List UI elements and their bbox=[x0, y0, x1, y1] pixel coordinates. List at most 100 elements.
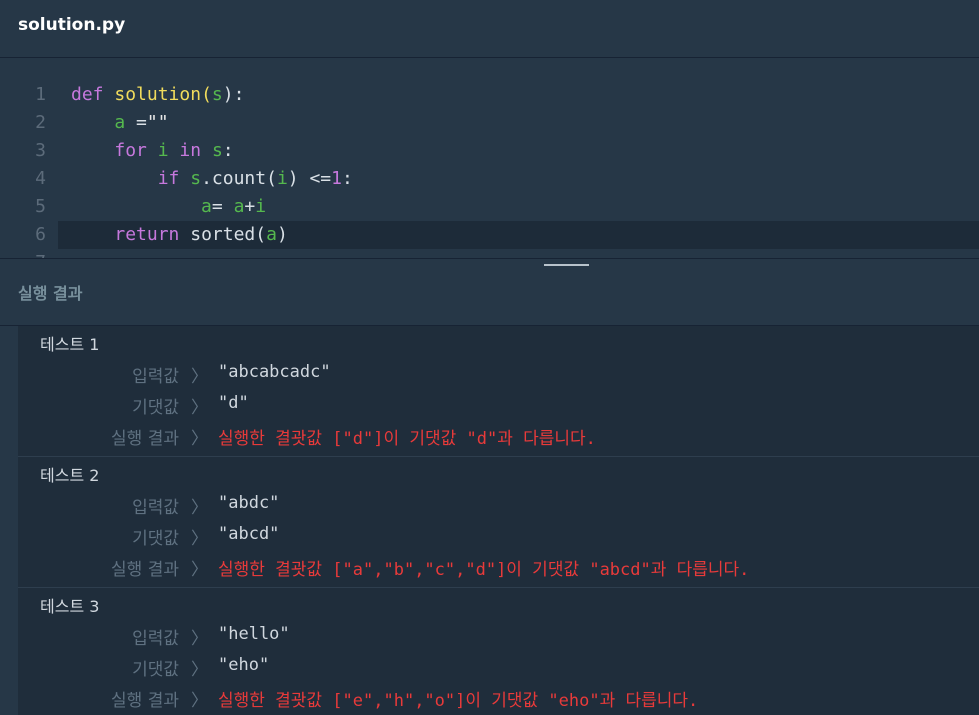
file-tab-solution[interactable]: solution.py bbox=[18, 15, 125, 35]
test-row-expected: 기댓값 〉 "d" bbox=[18, 393, 979, 421]
test-row-result: 실행 결과 〉 실행한 결괏값 ["e","h","o"]이 기댓값 "eho"과 … bbox=[18, 686, 979, 714]
chevron-right-icon: 〉 bbox=[191, 629, 208, 649]
code-editor[interactable]: 1 def solution(s): 2 a ="" 3 for i in s: 4 i… bbox=[0, 59, 979, 259]
test-title: 테스트 2 bbox=[40, 466, 100, 485]
code-token: return bbox=[114, 224, 180, 245]
row-value: "hello" bbox=[218, 624, 290, 644]
row-value: "abcabcadc" bbox=[218, 362, 331, 382]
code-line[interactable]: 3 for i in s: bbox=[0, 137, 979, 165]
test-row-input: 입력값 〉 "abcabcadc" bbox=[18, 362, 979, 390]
row-value: "eho" bbox=[218, 655, 270, 675]
code-token: solution bbox=[114, 84, 202, 105]
row-label: 입력값 bbox=[132, 498, 179, 518]
code-line[interactable]: 4 if s.count(i) <=1: bbox=[0, 165, 979, 193]
code-text: a ="" bbox=[71, 109, 169, 137]
code-token: a bbox=[114, 112, 126, 133]
test-row-input: 입력값 〉 "hello" bbox=[18, 624, 979, 652]
code-token: : bbox=[222, 140, 234, 161]
results-list: 테스트 1 입력값 〉 "abcabcadc" 기댓값 〉 "d" 실행 결과 〉 실행한 결괏값… bbox=[0, 326, 979, 715]
code-token: a bbox=[266, 224, 277, 245]
test-case: 테스트 2 입력값 〉 "abdc" 기댓값 〉 "abcd" 실행 결과 〉 실행한 결괏값 [… bbox=[18, 457, 979, 588]
code-token: + bbox=[244, 196, 256, 217]
chevron-right-icon: 〉 bbox=[191, 429, 208, 449]
file-tab-bar: solution.py bbox=[0, 0, 979, 58]
row-value: "abdc" bbox=[218, 493, 280, 513]
line-number: 5 bbox=[35, 196, 46, 217]
code-token: "" bbox=[146, 112, 169, 133]
line-number: 3 bbox=[35, 140, 46, 161]
code-token: in bbox=[179, 140, 202, 161]
line-number: 1 bbox=[35, 84, 46, 105]
code-text: a= a+i bbox=[71, 193, 266, 221]
code-token: a bbox=[201, 196, 212, 217]
code-token: a bbox=[233, 196, 245, 217]
code-token: i bbox=[276, 168, 288, 189]
code-line[interactable]: 2 a ="" bbox=[0, 109, 979, 137]
test-row-result: 실행 결과 〉 실행한 결괏값 ["d"]이 기댓값 "d"과 다릅니다. bbox=[18, 424, 979, 452]
code-token: .count( bbox=[201, 168, 277, 189]
code-token: ) <= bbox=[287, 168, 332, 189]
code-token: i bbox=[255, 196, 267, 217]
code-token: s bbox=[190, 168, 202, 189]
code-token: s bbox=[211, 84, 223, 105]
row-label: 실행 결과 bbox=[111, 691, 179, 711]
code-text: for i in s: bbox=[71, 137, 234, 165]
code-token: ( bbox=[201, 84, 212, 105]
row-label: 실행 결과 bbox=[111, 560, 179, 580]
row-label: 입력값 bbox=[132, 629, 179, 649]
code-token: = bbox=[125, 112, 147, 133]
row-label: 입력값 bbox=[132, 367, 179, 387]
test-title: 테스트 1 bbox=[40, 335, 100, 354]
row-value: "d" bbox=[218, 393, 249, 413]
row-label: 기댓값 bbox=[132, 529, 179, 549]
code-text: def solution(s): bbox=[71, 81, 244, 109]
code-token: 1 bbox=[331, 168, 342, 189]
code-line[interactable]: 1 def solution(s): bbox=[0, 81, 979, 109]
code-text: if s.count(i) <=1: bbox=[71, 165, 353, 193]
code-token: s bbox=[211, 140, 223, 161]
chevron-right-icon: 〉 bbox=[191, 367, 208, 387]
results-side-bar bbox=[0, 326, 18, 715]
test-row-expected: 기댓값 〉 "eho" bbox=[18, 655, 979, 683]
row-value: "abcd" bbox=[218, 524, 280, 544]
code-line[interactable]: 6 return sorted(a) bbox=[0, 221, 979, 249]
chevron-right-icon: 〉 bbox=[191, 691, 208, 711]
chevron-right-icon: 〉 bbox=[191, 398, 208, 418]
code-token: ): bbox=[222, 84, 245, 105]
row-label: 실행 결과 bbox=[111, 429, 179, 449]
test-case: 테스트 3 입력값 〉 "hello" 기댓값 〉 "eho" 실행 결과 〉 실행한 결괏값 [… bbox=[18, 588, 979, 715]
chevron-right-icon: 〉 bbox=[191, 498, 208, 518]
line-number: 4 bbox=[35, 168, 46, 189]
row-label: 기댓값 bbox=[132, 398, 179, 418]
test-title: 테스트 3 bbox=[40, 597, 100, 616]
results-header: 실행 결과 bbox=[0, 266, 979, 326]
test-case: 테스트 1 입력값 〉 "abcabcadc" 기댓값 〉 "d" 실행 결과 〉 실행한 결괏값… bbox=[18, 326, 979, 457]
chevron-right-icon: 〉 bbox=[191, 560, 208, 580]
code-text: return sorted(a) bbox=[71, 221, 287, 249]
code-token: if bbox=[157, 168, 180, 189]
results-title: 실행 결과 bbox=[18, 284, 83, 303]
code-token: for bbox=[114, 140, 147, 161]
test-row-result: 실행 결과 〉 실행한 결괏값 ["a","b","c","d"]이 기댓값 "ab… bbox=[18, 555, 979, 583]
chevron-right-icon: 〉 bbox=[191, 529, 208, 549]
chevron-right-icon: 〉 bbox=[191, 660, 208, 680]
line-number: 6 bbox=[35, 224, 46, 245]
code-token: def bbox=[71, 84, 104, 105]
code-line[interactable]: 5 a= a+i bbox=[0, 193, 979, 221]
row-value: 실행한 결괏값 ["a","b","c","d"]이 기댓값 "abcd"과 다… bbox=[218, 560, 750, 580]
test-row-expected: 기댓값 〉 "abcd" bbox=[18, 524, 979, 552]
test-row-input: 입력값 〉 "abdc" bbox=[18, 493, 979, 521]
code-token: = bbox=[211, 196, 234, 217]
code-token: sorted( bbox=[179, 224, 267, 245]
row-label: 기댓값 bbox=[132, 660, 179, 680]
line-number: 2 bbox=[35, 112, 46, 133]
